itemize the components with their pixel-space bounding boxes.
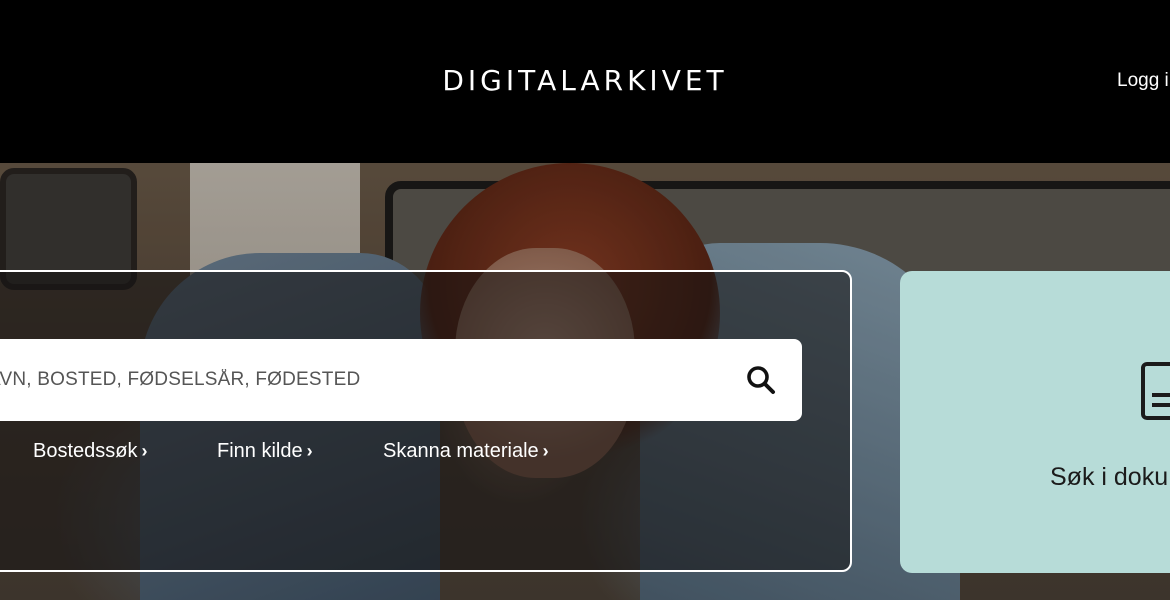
search-input[interactable] (0, 339, 730, 421)
chevron-right-icon: › (542, 441, 549, 461)
search-box (0, 339, 802, 421)
document-search-label: Søk i doku (1050, 463, 1169, 491)
search-button[interactable] (740, 359, 782, 401)
site-header: DIGITALARKIVET Logg i (0, 0, 1170, 163)
document-icon (1141, 362, 1170, 420)
site-logo[interactable]: DIGITALARKIVET (0, 64, 1170, 97)
login-link[interactable]: Logg i (1117, 70, 1169, 92)
search-panel (0, 270, 852, 572)
chevron-right-icon: › (141, 441, 148, 461)
chevron-right-icon: › (306, 441, 313, 461)
search-icon (747, 366, 775, 394)
link-skanna-materiale[interactable]: Skanna materiale › (383, 440, 549, 463)
document-search-card[interactable]: Søk i doku (900, 271, 1170, 573)
link-bostedssok[interactable]: Bostedssøk › (33, 440, 147, 463)
link-finn-kilde[interactable]: Finn kilde › (217, 440, 313, 463)
